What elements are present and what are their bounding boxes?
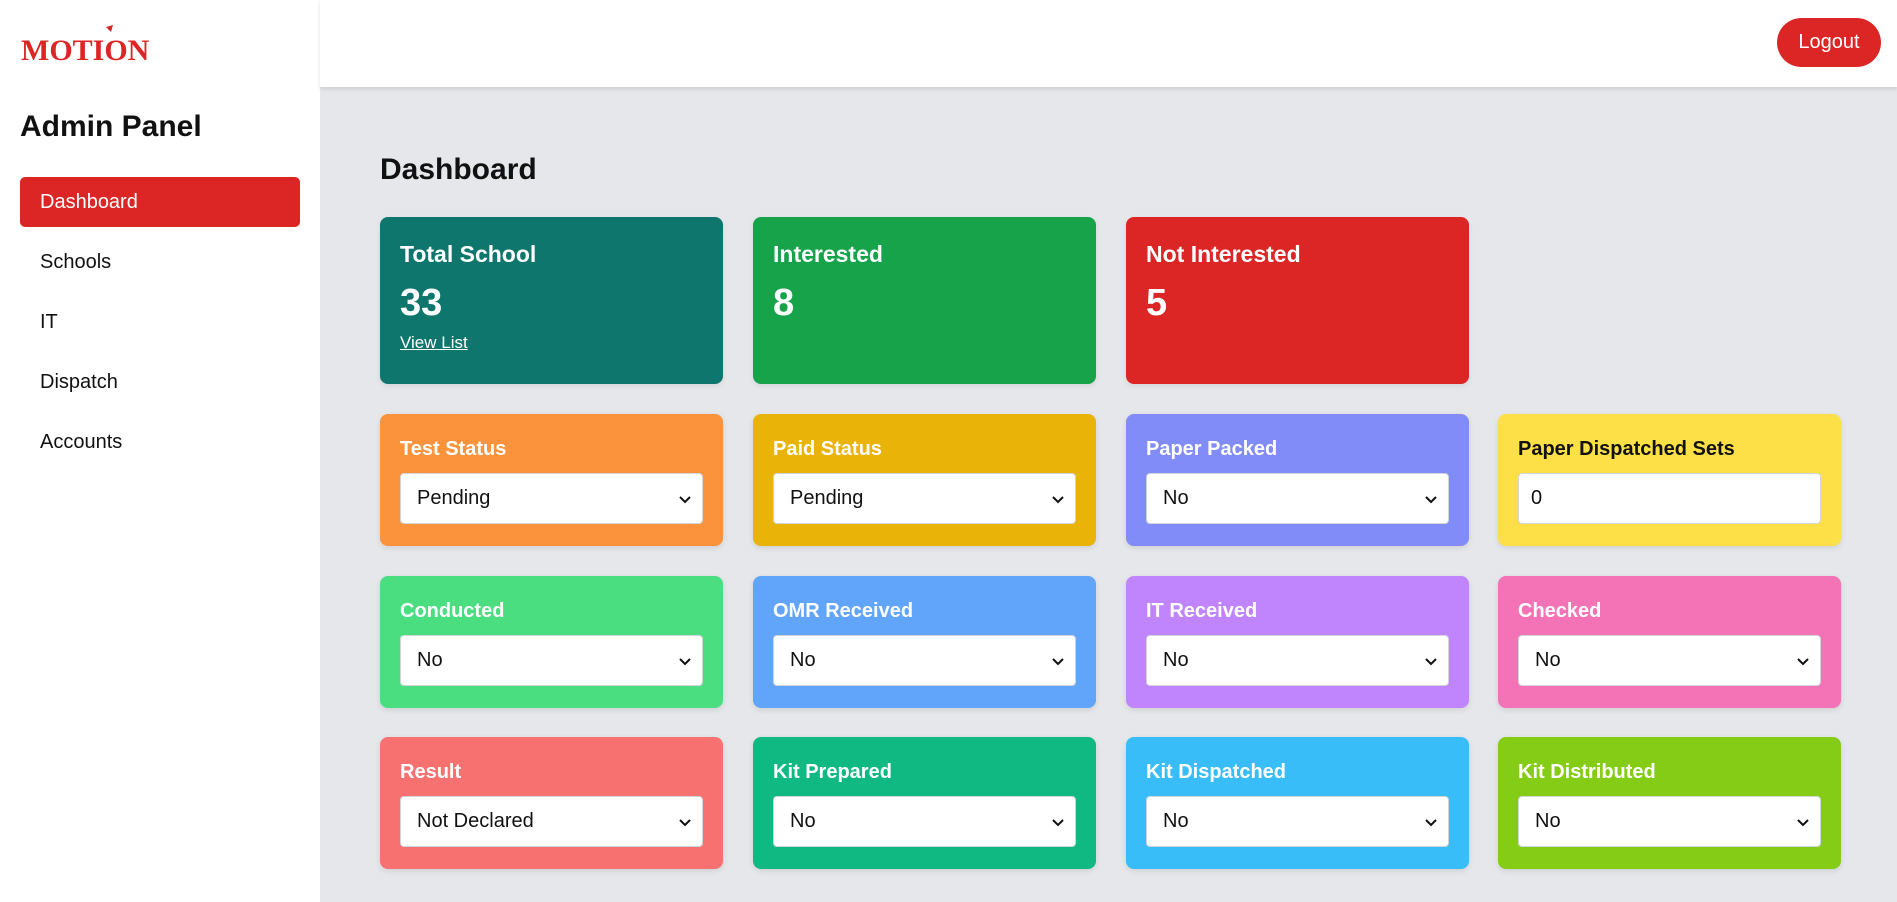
card-label: Kit Distributed: [1518, 761, 1656, 783]
select-value: Pending: [417, 487, 491, 509]
card-label: Test Status: [400, 438, 507, 460]
it-received-select[interactable]: No: [1146, 635, 1449, 686]
chevron-down-icon: [679, 657, 691, 665]
select-value: No: [1163, 810, 1189, 832]
stat-card-total-school: Total School 33 View List: [380, 217, 723, 384]
chevron-down-icon: [679, 818, 691, 826]
input-value: 0: [1531, 487, 1543, 509]
card-conducted: Conducted No: [380, 576, 723, 708]
card-label: Paid Status: [773, 438, 882, 460]
logout-button[interactable]: Logout: [1777, 18, 1881, 67]
chevron-down-icon: [1425, 495, 1437, 503]
kit-dispatched-select[interactable]: No: [1146, 796, 1449, 847]
motion-logo-icon: MOTION: [21, 25, 150, 64]
stat-label: Not Interested: [1146, 241, 1301, 267]
paid-status-select[interactable]: Pending: [773, 473, 1076, 524]
chevron-down-icon: [1425, 818, 1437, 826]
stat-value: 33: [400, 282, 443, 324]
card-kit-distributed: Kit Distributed No: [1498, 737, 1841, 869]
view-list-link[interactable]: View List: [400, 333, 468, 353]
card-paid-status: Paid Status Pending: [753, 414, 1096, 546]
stat-value: 8: [773, 282, 795, 324]
stat-label: Interested: [773, 241, 883, 267]
card-it-received: IT Received No: [1126, 576, 1469, 708]
omr-received-select[interactable]: No: [773, 635, 1076, 686]
logo-leaf: [106, 25, 113, 32]
kit-prepared-select[interactable]: No: [773, 796, 1076, 847]
select-value: No: [417, 649, 443, 671]
paper-packed-select[interactable]: No: [1146, 473, 1449, 524]
sidebar-item-dashboard[interactable]: Dashboard: [20, 177, 300, 227]
card-label: OMR Received: [773, 600, 914, 622]
select-value: No: [790, 649, 816, 671]
kit-distributed-select[interactable]: No: [1518, 796, 1821, 847]
card-kit-dispatched: Kit Dispatched No: [1126, 737, 1469, 869]
stat-card-interested: Interested 8: [753, 217, 1096, 384]
paper-dispatched-sets-input[interactable]: 0: [1518, 473, 1821, 524]
select-value: Pending: [790, 487, 864, 509]
card-label: IT Received: [1146, 600, 1258, 622]
motion-logo[interactable]: MOTION: [21, 22, 153, 66]
card-result: Result Not Declared: [380, 737, 723, 869]
logo-text: MOTION: [21, 34, 150, 64]
chevron-down-icon: [1425, 657, 1437, 665]
select-value: No: [1163, 487, 1189, 509]
card-kit-prepared: Kit Prepared No: [753, 737, 1096, 869]
card-label: Conducted: [400, 600, 505, 622]
card-label: Kit Dispatched: [1146, 761, 1287, 783]
main-content: Dashboard Total School 33 View List Inte…: [320, 87, 1897, 902]
card-label: Checked: [1518, 600, 1602, 622]
chevron-down-icon: [1052, 818, 1064, 826]
sidebar-item-accounts[interactable]: Accounts: [20, 417, 300, 467]
top-bar: Logout: [320, 0, 1897, 87]
result-select[interactable]: Not Declared: [400, 796, 703, 847]
conducted-select[interactable]: No: [400, 635, 703, 686]
admin-panel-title: Admin Panel: [20, 110, 202, 143]
select-value: No: [1535, 810, 1561, 832]
sidebar-item-it[interactable]: IT: [20, 297, 300, 347]
select-value: No: [1163, 649, 1189, 671]
card-label: Kit Prepared: [773, 761, 892, 783]
sidebar-item-dispatch[interactable]: Dispatch: [20, 357, 300, 407]
card-paper-packed: Paper Packed No: [1126, 414, 1469, 546]
test-status-select[interactable]: Pending: [400, 473, 703, 524]
card-label: Result: [400, 761, 462, 783]
card-omr-received: OMR Received No: [753, 576, 1096, 708]
page-title: Dashboard: [380, 153, 537, 186]
stat-label: Total School: [400, 241, 537, 267]
select-value: No: [1535, 649, 1561, 671]
sidebar: MOTION Admin Panel Dashboard Schools IT …: [0, 0, 320, 902]
card-label: Paper Packed: [1146, 438, 1278, 460]
chevron-down-icon: [1797, 657, 1809, 665]
select-value: No: [790, 810, 816, 832]
select-value: Not Declared: [417, 810, 534, 832]
checked-select[interactable]: No: [1518, 635, 1821, 686]
chevron-down-icon: [1052, 495, 1064, 503]
chevron-down-icon: [679, 495, 691, 503]
sidebar-nav: Dashboard Schools IT Dispatch Accounts: [20, 177, 300, 477]
card-label: Paper Dispatched Sets: [1518, 438, 1735, 460]
chevron-down-icon: [1797, 818, 1809, 826]
stat-card-not-interested: Not Interested 5: [1126, 217, 1469, 384]
card-checked: Checked No: [1498, 576, 1841, 708]
card-test-status: Test Status Pending: [380, 414, 723, 546]
chevron-down-icon: [1052, 657, 1064, 665]
stat-value: 5: [1146, 282, 1168, 324]
sidebar-item-schools[interactable]: Schools: [20, 237, 300, 287]
card-paper-dispatched-sets: Paper Dispatched Sets 0: [1498, 414, 1841, 546]
